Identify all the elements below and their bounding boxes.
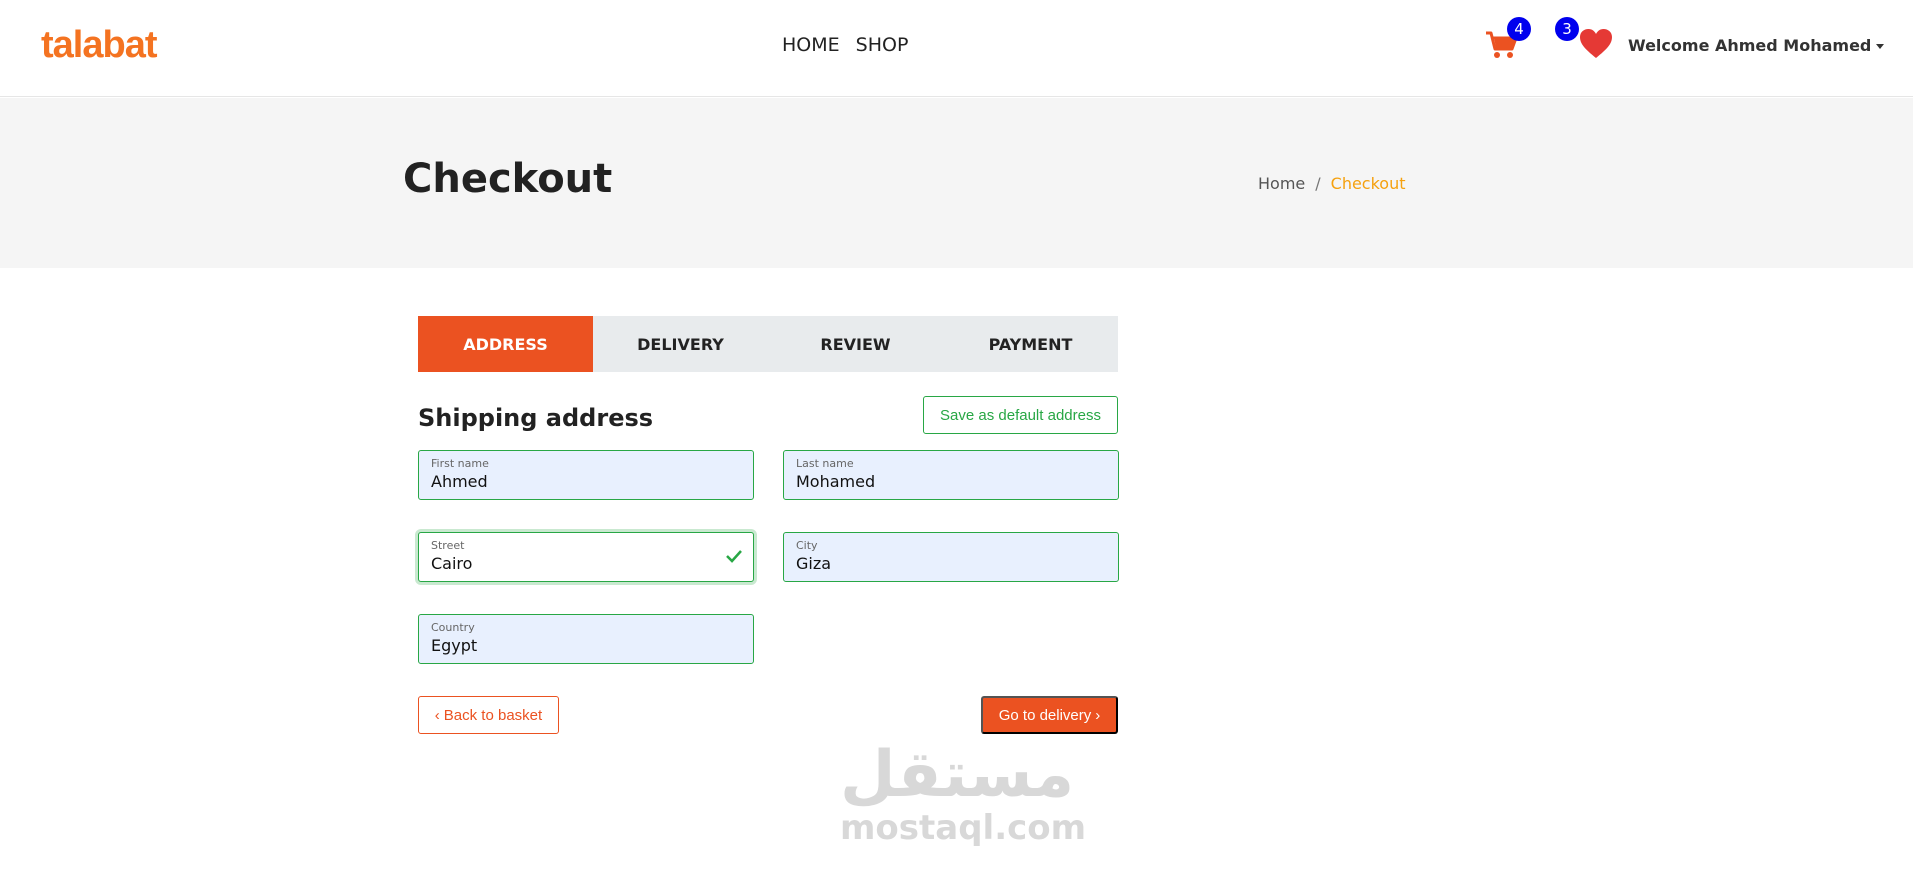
last-name-field: Last name bbox=[783, 450, 1119, 500]
country-input[interactable] bbox=[431, 636, 721, 655]
watermark-latin: mostaql.com bbox=[840, 808, 1087, 848]
breadcrumb-home-link[interactable]: Home bbox=[1258, 174, 1305, 193]
country-field: Country bbox=[418, 614, 754, 664]
step-delivery[interactable]: DELIVERY bbox=[593, 316, 768, 372]
breadcrumb-current: Checkout bbox=[1330, 174, 1406, 193]
nav-home-link[interactable]: HOME bbox=[782, 34, 840, 56]
first-name-input[interactable] bbox=[431, 472, 721, 491]
back-to-basket-label: Back to basket bbox=[443, 706, 543, 724]
step-payment[interactable]: PAYMENT bbox=[943, 316, 1118, 372]
watermark: مستقل mostaql.com bbox=[840, 738, 1087, 848]
user-greeting: Welcome Ahmed Mohamed bbox=[1628, 36, 1872, 55]
first-name-field: First name bbox=[418, 450, 754, 500]
nav-shop-link[interactable]: SHOP bbox=[856, 34, 909, 56]
breadcrumb: Home / Checkout bbox=[1258, 174, 1406, 193]
shipping-address-title: Shipping address bbox=[418, 404, 654, 432]
chevron-down-icon bbox=[1876, 44, 1885, 49]
page-title: Checkout bbox=[403, 156, 613, 202]
cart-count-badge: 4 bbox=[1507, 17, 1531, 41]
street-input[interactable] bbox=[431, 554, 721, 573]
street-label: Street bbox=[431, 539, 465, 552]
street-field: Street bbox=[418, 532, 754, 582]
go-to-delivery-button[interactable]: Go to delivery › bbox=[981, 696, 1118, 734]
heart-icon[interactable] bbox=[1579, 28, 1613, 60]
country-label: Country bbox=[431, 621, 475, 634]
page-header: Checkout Home / Checkout bbox=[0, 98, 1913, 268]
user-dropdown[interactable]: Welcome Ahmed Mohamed bbox=[1628, 36, 1885, 55]
city-field: City bbox=[783, 532, 1119, 582]
last-name-label: Last name bbox=[796, 457, 854, 470]
step-address[interactable]: ADDRESS bbox=[418, 316, 593, 372]
chevron-right-icon: › bbox=[1095, 706, 1101, 724]
brand-logo[interactable]: talabat bbox=[41, 24, 157, 67]
save-default-address-button[interactable]: Save as default address bbox=[923, 396, 1118, 434]
back-to-basket-button[interactable]: ‹ Back to basket bbox=[418, 696, 559, 734]
breadcrumb-separator: / bbox=[1315, 174, 1321, 193]
wishlist-count-badge: 3 bbox=[1555, 17, 1579, 41]
main-nav: HOME SHOP bbox=[782, 34, 908, 56]
check-icon bbox=[725, 547, 743, 565]
step-review[interactable]: REVIEW bbox=[768, 316, 943, 372]
navbar: talabat HOME SHOP 4 3 Welcome Ahmed Moha… bbox=[0, 0, 1913, 97]
city-input[interactable] bbox=[796, 554, 1086, 573]
watermark-arabic: مستقل bbox=[840, 738, 1075, 812]
last-name-input[interactable] bbox=[796, 472, 1086, 491]
first-name-label: First name bbox=[431, 457, 489, 470]
city-label: City bbox=[796, 539, 818, 552]
chevron-left-icon: ‹ bbox=[434, 706, 440, 724]
checkout-steps: ADDRESS DELIVERY REVIEW PAYMENT bbox=[418, 316, 1118, 372]
go-to-delivery-label: Go to delivery bbox=[998, 706, 1092, 724]
